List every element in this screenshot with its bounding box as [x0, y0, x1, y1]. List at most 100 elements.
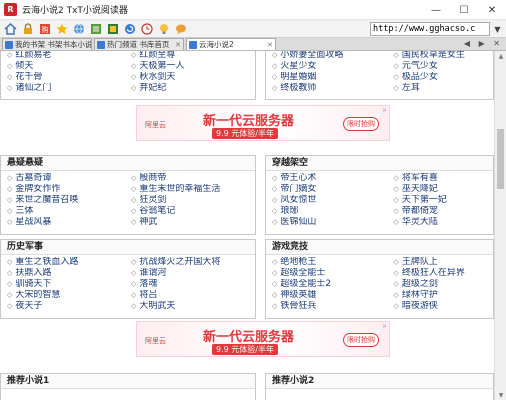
category-panel: 穿越架空 帝王心术 帝门嫡女 凤女惊世 琅琊 医锦仙山 将军有喜 巫天降妃 天下…	[265, 155, 494, 235]
light-icon[interactable]	[156, 22, 171, 36]
ad-subtitle: 9.9 元体验/半年	[212, 128, 278, 139]
scroll-up-icon[interactable]: ▲	[495, 51, 506, 61]
lock-icon[interactable]	[20, 22, 35, 36]
window-controls: — ☐ ✕	[422, 0, 506, 20]
list-item[interactable]: 谷翁笔记	[131, 206, 255, 217]
list-item[interactable]: 秋水剑天	[131, 72, 255, 83]
list-item[interactable]: 帝都倚宠	[393, 206, 493, 217]
message-icon[interactable]	[173, 22, 188, 36]
panel-title: 穿越架空	[266, 156, 493, 171]
list-item[interactable]: 超级之剑	[393, 279, 493, 290]
list-item[interactable]: 终极教师	[272, 83, 393, 94]
ad-title: 新一代云服务器	[203, 114, 295, 129]
ad-button[interactable]: 限时抢购	[343, 117, 379, 131]
list-item[interactable]: 明星婚姻	[272, 72, 393, 83]
tab-current[interactable]: 云海小说2 ✕	[186, 38, 276, 50]
tab-channel[interactable]: 热门频道 书库首页 ✕	[94, 38, 184, 50]
tab-close-icon[interactable]: ✕	[175, 41, 181, 49]
list-item[interactable]: 大明武夫	[131, 301, 255, 312]
list-item[interactable]: 弃妃纪	[131, 83, 255, 94]
list-item[interactable]: 花千骨	[7, 72, 131, 83]
list-item[interactable]: 驯骑天下	[7, 279, 131, 290]
list-item[interactable]: 夜天子	[7, 301, 131, 312]
list-item[interactable]: 王牌队上	[393, 257, 493, 268]
list-item[interactable]: 华灵大陆	[393, 217, 493, 228]
list-item[interactable]: 帝门嫡女	[272, 184, 393, 195]
list-item[interactable]: 将军有喜	[393, 173, 493, 184]
list-item[interactable]: 左耳	[393, 83, 493, 94]
ad-banner[interactable]: 阿里云 新一代云服务器 9.9 元体验/半年 限时抢购 ×	[136, 105, 390, 141]
ad-close-icon[interactable]: ×	[382, 323, 387, 330]
list-item[interactable]: 天极第一人	[131, 61, 255, 72]
tab-page-icon	[5, 40, 13, 49]
tab-bar: 我的书架 书架书本小说 ✕ 热门频道 书库首页 ✕ 云海小说2 ✕ ◀ ▶ ✕	[0, 38, 506, 51]
bookmark-icon[interactable]: 购	[37, 22, 52, 36]
ad-banner[interactable]: 阿里云 新一代云服务器 9.9 元体验/半年 限时抢购 ×	[136, 321, 390, 357]
star-icon[interactable]	[54, 22, 69, 36]
maximize-button[interactable]: ☐	[450, 0, 478, 20]
list-item[interactable]: 国民校草是女生	[393, 51, 493, 61]
list-item[interactable]: 极品少女	[393, 72, 493, 83]
list-item[interactable]: 倾天	[7, 61, 131, 72]
list-item[interactable]: 抗战烽火之开国大将	[131, 257, 255, 268]
image-icon[interactable]	[105, 22, 120, 36]
scroll-down-icon[interactable]: ▼	[495, 390, 506, 400]
list-item[interactable]: 红颜至尊	[131, 51, 255, 61]
list-item[interactable]: 重生之铁血入路	[7, 257, 131, 268]
list-item[interactable]: 琅琊	[272, 206, 393, 217]
panel-title: 推荐小说2	[266, 374, 493, 389]
tab-close-icon[interactable]: ✕	[267, 41, 273, 49]
address-input[interactable]: http://www.gghacso.c	[370, 22, 490, 36]
history-icon[interactable]	[139, 22, 154, 36]
ad-close-icon[interactable]: ×	[382, 107, 387, 114]
list-item[interactable]: 神武	[131, 217, 255, 228]
list-item[interactable]: 殷商帝	[131, 173, 255, 184]
refresh-icon[interactable]	[122, 22, 137, 36]
list-item[interactable]: 绝地枪王	[272, 257, 393, 268]
list-item[interactable]: 来世之魔音召唤	[7, 195, 131, 206]
tab-label: 我的书架 书架书本小说	[15, 40, 92, 49]
list-item[interactable]: 金牌女作作	[7, 184, 131, 195]
list-item[interactable]: 巫天降妃	[393, 184, 493, 195]
list-item[interactable]: 铁骨狂兵	[272, 301, 393, 312]
list-item[interactable]: 帝王心术	[272, 173, 393, 184]
list-icon[interactable]	[88, 22, 103, 36]
list-item[interactable]: 狂灵剑	[131, 195, 255, 206]
globe-icon[interactable]	[71, 22, 86, 36]
list-item[interactable]: 医锦仙山	[272, 217, 393, 228]
list-item[interactable]: 红颜易老	[7, 51, 131, 61]
list-item[interactable]: 小娇妻全面攻略	[272, 51, 393, 61]
list-item[interactable]: 将吕	[131, 290, 255, 301]
tab-bookshelf[interactable]: 我的书架 书架书本小说 ✕	[2, 38, 92, 50]
list-item[interactable]: 暗夜游侠	[393, 301, 493, 312]
list-item[interactable]: 谁谓河	[131, 268, 255, 279]
list-item[interactable]: 重生末世的幸福生活	[131, 184, 255, 195]
list-item[interactable]: 超级全能士2	[272, 279, 393, 290]
list-item[interactable]: 三体	[7, 206, 131, 217]
list-item[interactable]: 绿林守护	[393, 290, 493, 301]
list-item[interactable]: 古墓奇谭	[7, 173, 131, 184]
list-item[interactable]: 星战风暴	[7, 217, 131, 228]
ad-logo: 阿里云	[145, 337, 166, 345]
address-dropdown-icon[interactable]: ▼	[492, 23, 503, 35]
list-item[interactable]: 诸仙之门	[7, 83, 131, 94]
list-item[interactable]: 终极狂人在异界	[393, 268, 493, 279]
list-item[interactable]: 天下第一妃	[393, 195, 493, 206]
list-item[interactable]: 神级英雄	[272, 290, 393, 301]
list-item[interactable]: 大宋的智慧	[7, 290, 131, 301]
vertical-scrollbar[interactable]: ▲ ▼	[494, 51, 506, 400]
home-icon[interactable]	[3, 22, 18, 36]
tab-navigation[interactable]: ◀ ▶ ✕	[464, 39, 503, 48]
list-item[interactable]: 落魂	[131, 279, 255, 290]
tab-label: 云海小说2	[199, 40, 234, 49]
scroll-thumb[interactable]	[497, 129, 504, 189]
list-item[interactable]: 元气少女	[393, 61, 493, 72]
ad-button[interactable]: 限时抢购	[343, 333, 379, 347]
list-item[interactable]: 火星少女	[272, 61, 393, 72]
close-button[interactable]: ✕	[478, 0, 506, 20]
minimize-button[interactable]: —	[422, 0, 450, 20]
list-item[interactable]: 凤女惊世	[272, 195, 393, 206]
list-item[interactable]: 扶鼎入路	[7, 268, 131, 279]
category-panel: 游戏竞技 绝地枪王 超级全能士 超级全能士2 神级英雄 铁骨狂兵 王牌队上 终极…	[265, 239, 494, 319]
list-item[interactable]: 超级全能士	[272, 268, 393, 279]
